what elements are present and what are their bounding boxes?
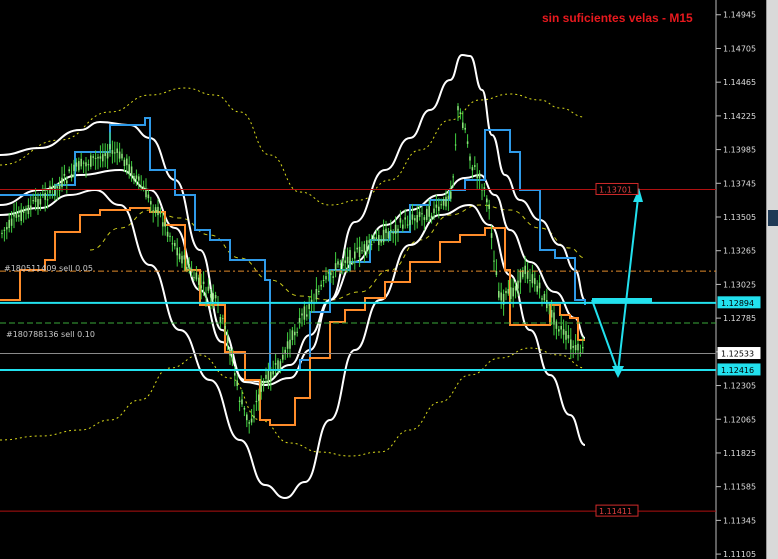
price-tick-label: 1.14225 xyxy=(723,112,756,121)
price-tick-label: 1.11345 xyxy=(723,516,756,525)
svg-text:1.12533: 1.12533 xyxy=(721,350,754,359)
price-tick-label: 1.12305 xyxy=(723,382,756,391)
price-tick-label: 1.11585 xyxy=(723,483,756,492)
price-tick-label: 1.13265 xyxy=(723,247,756,256)
lower-cyan-tag: 1.12416 xyxy=(717,363,761,376)
price-tick-label: 1.14705 xyxy=(723,44,756,53)
price-tick-label: 1.13025 xyxy=(723,280,756,289)
price-tick-label: 1.12065 xyxy=(723,415,756,424)
price-tick-label: 1.11825 xyxy=(723,449,756,458)
order-label-1[interactable]: #180511409 sell 0.05 xyxy=(4,264,93,273)
price-tick-label: 1.13985 xyxy=(723,146,756,155)
price-tick-label: 1.12785 xyxy=(723,314,756,323)
svg-text:1.13701: 1.13701 xyxy=(599,185,632,194)
svg-text:1.12894: 1.12894 xyxy=(721,299,754,308)
order-label-2[interactable]: #180788136 sell 0.10 xyxy=(6,330,95,339)
current-price-tag: 1.12533 xyxy=(717,347,761,360)
price-tick-label: 1.14465 xyxy=(723,78,756,87)
svg-text:1.12416: 1.12416 xyxy=(721,366,754,375)
side-panel-tab[interactable] xyxy=(768,210,778,226)
side-panel-edge xyxy=(766,0,778,559)
chart-title: sin suficientes velas - M15 xyxy=(542,11,693,25)
low-level-tag: 1.11411 xyxy=(595,504,639,517)
chart-canvas[interactable]: 1.14945 1.14705 1.14465 1.14225 1.13985 1.137… xyxy=(0,0,778,559)
price-tick-label: 1.11105 xyxy=(723,550,756,559)
high-level-tag: 1.13701 xyxy=(595,182,639,195)
svg-text:1.11411: 1.11411 xyxy=(599,507,632,516)
price-tick-label: 1.13505 xyxy=(723,213,756,222)
price-chart[interactable]: 1.14945 1.14705 1.14465 1.14225 1.13985 1.137… xyxy=(0,0,778,559)
price-tick-label: 1.13745 xyxy=(723,179,756,188)
upper-cyan-tag: 1.12894 xyxy=(717,296,761,309)
price-tick-label: 1.14945 xyxy=(723,11,756,20)
